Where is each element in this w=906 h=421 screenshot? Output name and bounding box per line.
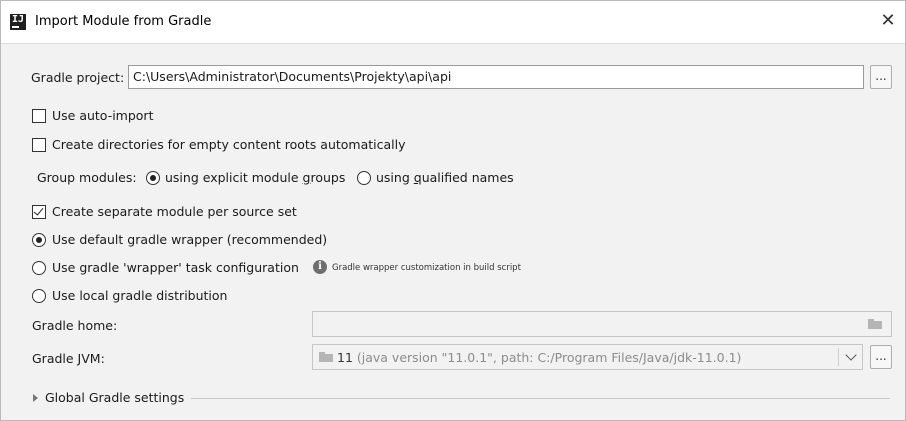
wrapper-task-radio[interactable] (32, 261, 46, 275)
gradle-project-label: Gradle project: (31, 70, 125, 85)
info-icon: i (313, 260, 327, 274)
triangle-right-icon[interactable] (33, 394, 38, 402)
group-qualified-label[interactable]: using qualified names (376, 170, 514, 185)
gradle-project-browse-button[interactable]: ... (870, 65, 892, 89)
gradle-jvm-value: 11 (java version "11.0.1", path: C:/Prog… (337, 350, 742, 365)
gradle-home-input (312, 311, 892, 337)
wrapper-hint-text: Gradle wrapper customization in build sc… (332, 263, 521, 273)
separate-module-label[interactable]: Create separate module per source set (52, 204, 297, 219)
group-explicit-radio[interactable] (146, 171, 160, 185)
gradle-jvm-label: Gradle JVM: (32, 351, 105, 366)
separate-module-checkbox[interactable] (32, 205, 46, 219)
gradle-project-input[interactable]: C:\Users\Administrator\Documents\Projekt… (128, 65, 864, 89)
import-module-dialog: IJ Import Module from Gradle ✕ Gradle pr… (0, 0, 906, 421)
group-explicit-label[interactable]: using explicit module groups (165, 170, 345, 185)
default-wrapper-label[interactable]: Use default gradle wrapper (recommended) (52, 232, 327, 247)
dialog-title: Import Module from Gradle (35, 14, 212, 29)
gradle-home-label: Gradle home: (32, 318, 118, 333)
section-divider (191, 398, 890, 399)
default-wrapper-radio[interactable] (32, 233, 46, 247)
global-settings-toggle[interactable]: Global Gradle settings (45, 390, 184, 405)
create-directories-checkbox[interactable] (32, 138, 46, 152)
gradle-jvm-browse-button[interactable]: ... (870, 345, 892, 369)
group-qualified-radio[interactable] (357, 171, 371, 185)
auto-import-checkbox[interactable] (32, 109, 46, 123)
combo-divider (838, 348, 839, 366)
wrapper-task-label[interactable]: Use gradle 'wrapper' task configuration (52, 260, 299, 275)
folder-icon (868, 319, 882, 329)
create-directories-label[interactable]: Create directories for empty content roo… (52, 137, 406, 152)
title-bar: IJ Import Module from Gradle ✕ (1, 1, 905, 44)
local-distribution-label[interactable]: Use local gradle distribution (52, 288, 227, 303)
auto-import-label[interactable]: Use auto-import (52, 108, 153, 123)
close-icon[interactable]: ✕ (878, 10, 898, 32)
jdk-folder-icon (319, 352, 333, 362)
local-distribution-radio[interactable] (32, 289, 46, 303)
group-modules-label: Group modules: (37, 170, 137, 185)
intellij-icon: IJ (10, 14, 26, 30)
